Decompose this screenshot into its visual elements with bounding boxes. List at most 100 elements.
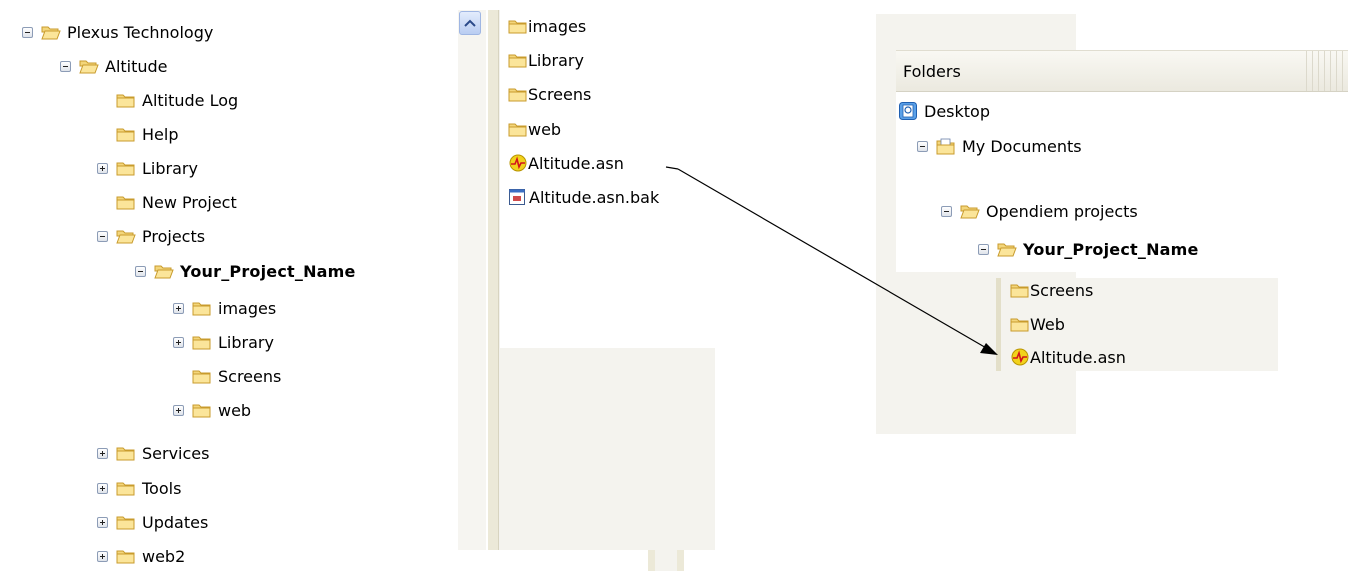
file-item-altitude-asn-bak[interactable]: Altitude.asn.bak (508, 185, 659, 209)
tree-item-my-documents[interactable]: My Documents (917, 134, 1082, 158)
file-item-web[interactable]: web (508, 117, 561, 141)
folder-icon (192, 334, 212, 350)
tree-item-your-project-name-right[interactable]: Your_Project_Name (978, 237, 1199, 261)
tree-item-your-project-name[interactable]: Your_Project_Name (135, 259, 418, 283)
tree-item-label: Services (142, 443, 210, 463)
collapse-icon[interactable] (97, 230, 108, 242)
tree-item-services[interactable]: Services (97, 441, 209, 465)
tree-item-library[interactable]: Library (97, 156, 198, 180)
tree-item-label: web (218, 400, 252, 420)
tree-item-library-sub[interactable]: Library (173, 330, 274, 354)
tree-item-help[interactable]: Help (97, 122, 178, 146)
expand-icon[interactable] (97, 447, 108, 459)
folder-open-icon (154, 263, 174, 279)
tree-item-label: Opendiem projects (986, 201, 1138, 221)
tree-item-screens[interactable]: Screens (173, 364, 281, 388)
folder-icon (508, 18, 528, 34)
panel-footer-inner (655, 550, 677, 571)
project-file-list-bar (996, 278, 1001, 371)
expand-icon[interactable] (97, 482, 108, 494)
folder-icon (192, 300, 212, 316)
tree-item-label: Your_Project_Name (1023, 239, 1199, 259)
folder-icon (116, 548, 136, 564)
expand-icon[interactable] (97, 516, 108, 528)
tree-item-label: My Documents (962, 136, 1082, 156)
tree-item-label: Altitude Log (142, 90, 239, 110)
tree-item-updates[interactable]: Updates (97, 510, 208, 534)
file-item-altitude-asn[interactable]: Altitude.asn (508, 151, 624, 175)
file-item-screens-right[interactable]: Screens (1010, 278, 1093, 302)
collapse-icon[interactable] (941, 205, 952, 217)
folder-icon (116, 126, 136, 142)
scroll-up-button[interactable] (459, 11, 481, 35)
file-item-screens[interactable]: Screens (508, 82, 591, 106)
tree-item-label: Library (218, 332, 274, 352)
folder-open-icon (997, 241, 1017, 257)
tree-item-altitude-log[interactable]: Altitude Log (97, 88, 238, 112)
file-item-images[interactable]: images (508, 14, 586, 38)
tree-item-label: Projects (142, 226, 206, 246)
file-item-label: Library (528, 50, 584, 70)
expand-icon[interactable] (173, 302, 184, 314)
folder-open-icon (960, 203, 980, 219)
tree-item-label: Your_Project_Name (180, 261, 356, 281)
expand-icon[interactable] (97, 550, 108, 562)
folder-icon (116, 445, 136, 461)
file-item-label: Screens (1030, 280, 1094, 300)
tree-item-label: Altitude (105, 56, 168, 76)
altitude-file-icon (1010, 347, 1030, 367)
tree-item-label: Help (142, 124, 179, 144)
folder-icon (116, 194, 136, 210)
tree-item-label: Plexus Technology (67, 22, 214, 42)
folder-icon (192, 368, 212, 384)
folder-icon (116, 480, 136, 496)
tree-item-label: Screens (218, 366, 282, 386)
tree-item-images[interactable]: images (173, 296, 276, 320)
backup-file-icon (508, 188, 526, 206)
file-item-label: Altitude.asn (528, 153, 624, 173)
folder-icon (508, 121, 528, 137)
collapse-icon[interactable] (22, 26, 33, 38)
tree-item-label: Updates (142, 512, 209, 532)
folder-icon (116, 228, 136, 244)
collapse-icon[interactable] (978, 243, 989, 255)
expand-icon[interactable] (173, 336, 184, 348)
tree-item-tools[interactable]: Tools (97, 476, 181, 500)
expand-icon[interactable] (97, 162, 108, 174)
file-item-label: web (528, 119, 562, 139)
file-item-library[interactable]: Library (508, 48, 584, 72)
tree-item-opendiem-projects[interactable]: Opendiem projects (941, 199, 1138, 223)
tree-item-new-project[interactable]: New Project (97, 190, 237, 214)
tree-item-altitude[interactable]: Altitude (60, 54, 168, 78)
chevron-up-icon (464, 19, 476, 27)
file-list-lower-area (500, 348, 715, 550)
tree-item-label: web2 (142, 546, 186, 566)
folders-title: Folders (903, 61, 961, 81)
file-item-label: Web (1030, 314, 1065, 334)
file-item-label: Altitude.asn (1030, 347, 1126, 367)
tree-item-label: Tools (142, 478, 182, 498)
tree-item-label: New Project (142, 192, 237, 212)
tree-item-web[interactable]: web (173, 398, 251, 422)
folder-icon (116, 160, 136, 176)
tree-item-label: Library (142, 158, 198, 178)
file-item-web-right[interactable]: Web (1010, 312, 1065, 336)
expand-icon[interactable] (173, 404, 184, 416)
header-grip (1306, 51, 1348, 91)
tree-item-plexus-technology[interactable]: Plexus Technology (22, 20, 213, 44)
scrollbar-track[interactable] (458, 10, 486, 550)
file-item-label: Altitude.asn.bak (529, 187, 660, 207)
tree-item-desktop[interactable]: Desktop (898, 99, 990, 123)
documents-icon (936, 138, 955, 155)
file-item-altitude-asn-right[interactable]: Altitude.asn (1010, 345, 1126, 369)
folder-icon (508, 86, 528, 102)
folder-icon (79, 58, 99, 74)
collapse-icon[interactable] (917, 140, 928, 152)
collapse-icon[interactable] (135, 265, 146, 277)
panel-divider (488, 10, 499, 550)
collapse-icon[interactable] (60, 60, 71, 72)
tree-item-projects[interactable]: Projects (97, 224, 205, 248)
file-item-label: images (528, 16, 587, 36)
folder-icon (1010, 282, 1030, 298)
tree-item-web2[interactable]: web2 (97, 544, 185, 568)
